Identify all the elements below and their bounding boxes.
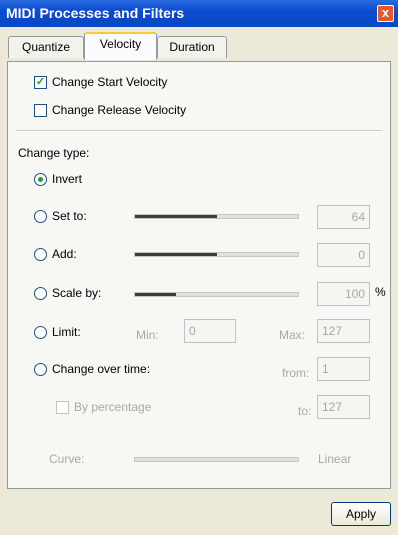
change-release-velocity-checkbox[interactable]: Change Release Velocity <box>34 103 186 117</box>
radio-icon <box>34 286 47 300</box>
radio-limit[interactable]: Limit: <box>34 325 81 339</box>
radio-icon <box>34 209 47 223</box>
apply-label: Apply <box>345 507 377 521</box>
radio-change-over-time[interactable]: Change over time: <box>34 362 150 376</box>
to-field[interactable]: 127 <box>317 395 370 419</box>
by-percentage-label: By percentage <box>74 400 152 414</box>
radio-icon <box>34 325 47 339</box>
midi-processes-window: MIDI Processes and Filters x Quantize Ve… <box>0 0 398 535</box>
checkbox-disabled-icon <box>56 400 69 414</box>
limit-label: Limit: <box>52 325 81 339</box>
from-field[interactable]: 1 <box>317 357 370 381</box>
radio-invert[interactable]: Invert <box>34 172 82 186</box>
checkbox-unchecked-icon <box>34 103 47 117</box>
curve-value-label: Linear <box>318 452 352 466</box>
limit-max-field[interactable]: 127 <box>317 319 370 343</box>
change-over-time-label: Change over time: <box>52 362 151 376</box>
scale-by-value-field[interactable]: 100 <box>317 282 370 306</box>
add-value-field[interactable]: 0 <box>317 243 370 267</box>
change-start-velocity-checkbox[interactable]: ✓ Change Start Velocity <box>34 75 167 89</box>
checkbox-checked-icon: ✓ <box>34 75 47 89</box>
limit-min-field[interactable]: 0 <box>184 319 236 343</box>
title-bar: MIDI Processes and Filters x <box>0 0 398 27</box>
tab-duration[interactable]: Duration <box>157 36 227 58</box>
add-label: Add: <box>52 247 77 261</box>
tab-strip: Quantize Velocity Duration <box>0 27 398 63</box>
percent-unit-label: % <box>375 285 386 299</box>
limit-max-label: Max: <box>279 328 306 342</box>
close-button[interactable]: x <box>377 5 394 22</box>
window-title: MIDI Processes and Filters <box>6 5 185 21</box>
scale-by-slider-fill <box>135 293 176 296</box>
change-type-text: Change type: <box>18 146 90 160</box>
invert-label: Invert <box>52 172 83 186</box>
radio-set-to[interactable]: Set to: <box>34 209 87 223</box>
tab-duration-label: Duration <box>169 40 215 54</box>
tab-velocity[interactable]: Velocity <box>84 32 157 60</box>
radio-add[interactable]: Add: <box>34 247 77 261</box>
tab-velocity-label: Velocity <box>99 37 142 51</box>
set-to-slider[interactable] <box>134 214 299 219</box>
radio-icon <box>34 362 47 376</box>
close-icon: x <box>381 5 390 20</box>
curve-label: Curve: <box>49 452 85 466</box>
radio-scale-by[interactable]: Scale by: <box>34 286 101 300</box>
tab-quantize-label: Quantize <box>21 40 71 54</box>
set-to-label: Set to: <box>52 209 87 223</box>
separator <box>16 130 382 132</box>
limit-min-label: Min: <box>136 328 159 342</box>
scale-by-label: Scale by: <box>52 286 102 300</box>
change-start-velocity-label: Change Start Velocity <box>52 75 168 89</box>
set-to-slider-fill <box>135 215 217 218</box>
to-label: to: <box>298 404 312 418</box>
from-label: from: <box>282 366 310 380</box>
by-percentage-checkbox[interactable]: By percentage <box>56 400 151 414</box>
change-type-label: Change type: <box>18 146 89 160</box>
set-to-value-field[interactable]: 64 <box>317 205 370 229</box>
add-slider-fill <box>135 253 217 256</box>
change-release-velocity-label: Change Release Velocity <box>52 103 187 117</box>
radio-selected-icon <box>34 172 47 186</box>
velocity-panel: ✓ Change Start Velocity Change Release V… <box>7 61 391 489</box>
curve-slider[interactable] <box>134 457 299 462</box>
radio-icon <box>34 247 47 261</box>
apply-button[interactable]: Apply <box>331 502 391 526</box>
scale-by-slider[interactable] <box>134 292 299 297</box>
tab-quantize[interactable]: Quantize <box>8 36 84 58</box>
add-slider[interactable] <box>134 252 299 257</box>
